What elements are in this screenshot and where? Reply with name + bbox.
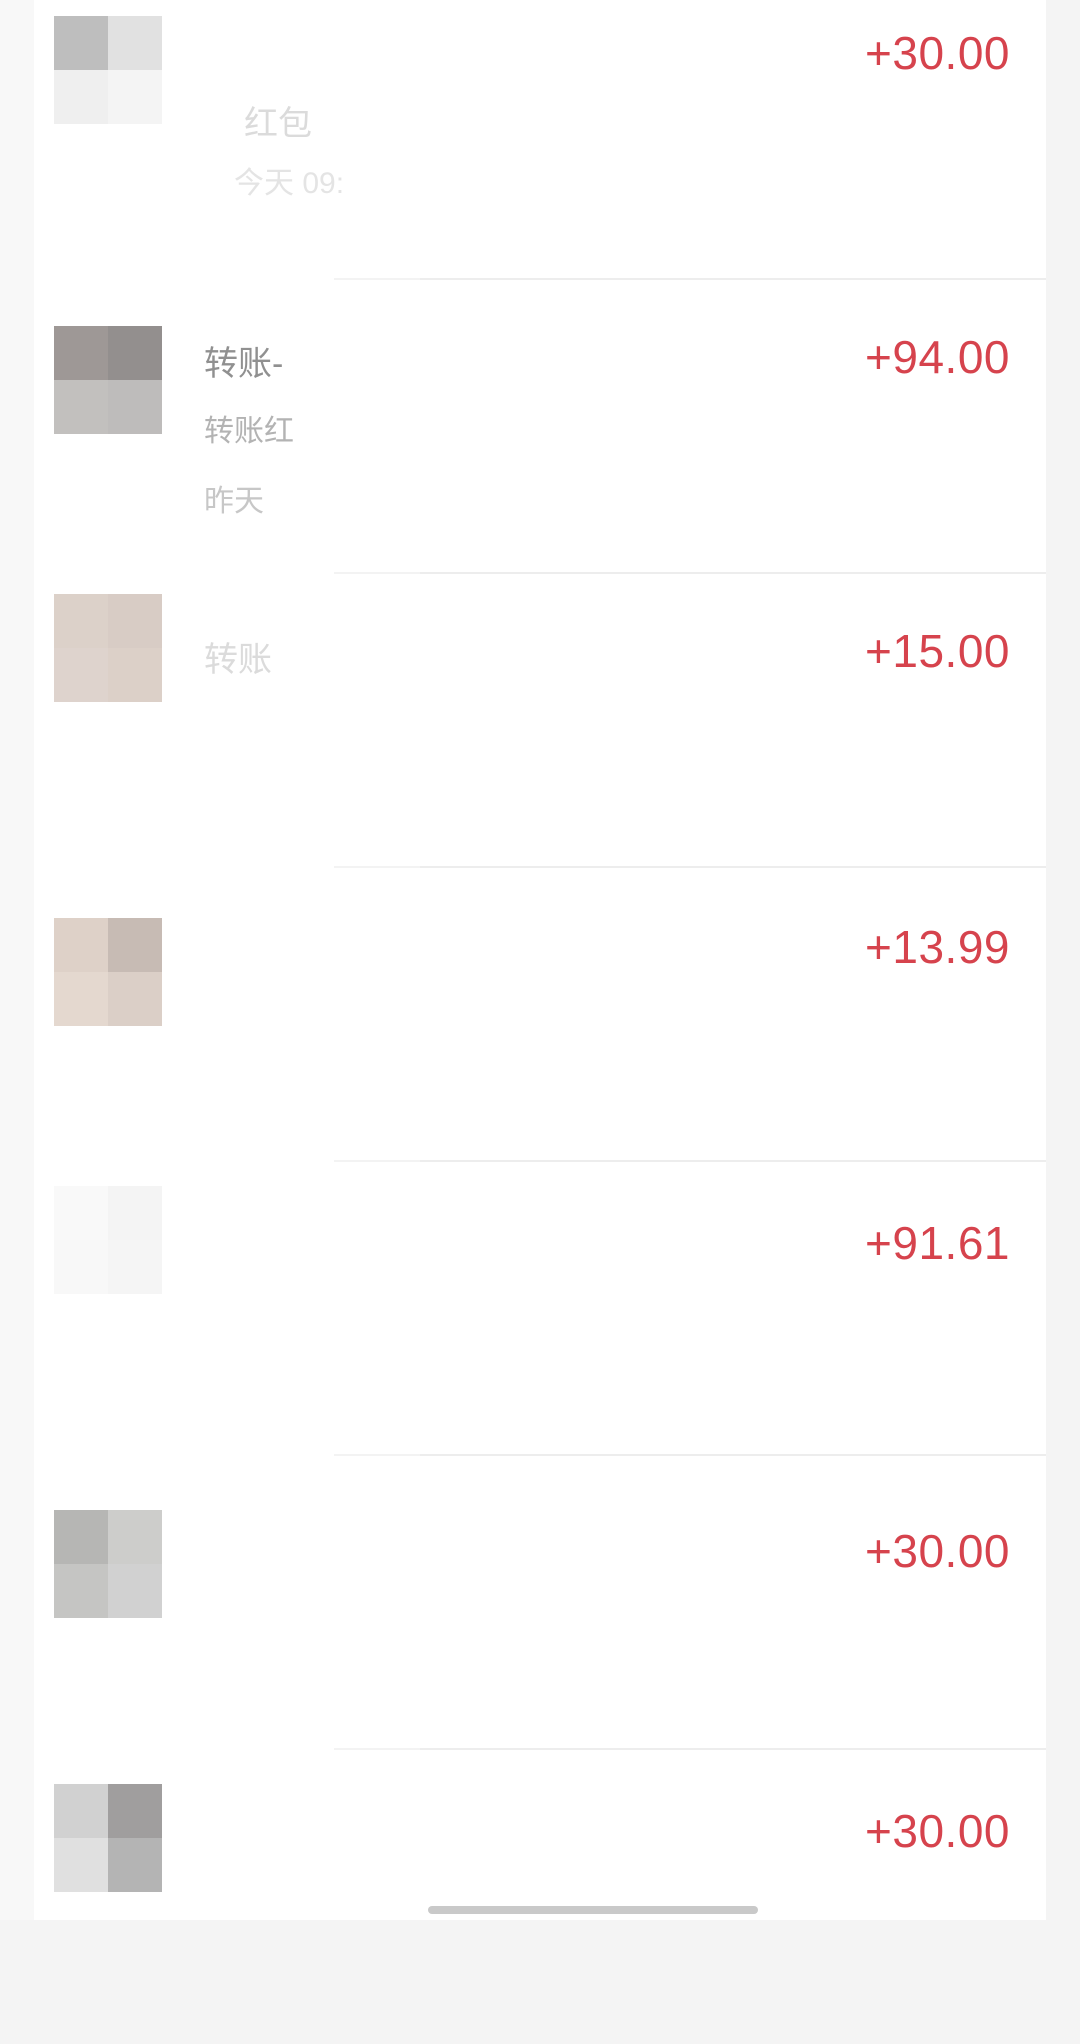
transaction-time: 昨天 (204, 485, 264, 518)
transaction-amount: +91.61 (865, 1217, 1010, 1269)
transaction-amount: +15.00 (865, 625, 1010, 677)
transaction-title: 转账- (204, 345, 284, 383)
transaction-amount: +30.00 (865, 1525, 1010, 1577)
transaction-list: 红包 今天 09: +30.00 转账- 转账红 昨天 +94.00 转账 +1… (34, 0, 1046, 1920)
transaction-time: 今天 09: (234, 167, 345, 200)
transaction-row[interactable]: +13.99 (34, 868, 1046, 1162)
transaction-title: 红包 (244, 105, 312, 143)
transaction-amount: +30.00 (865, 1805, 1010, 1857)
transaction-amount: +94.00 (865, 331, 1010, 383)
transaction-row[interactable]: 转账- 转账红 昨天 +94.00 (34, 280, 1046, 574)
transaction-row[interactable]: +30.00 (34, 1456, 1046, 1750)
avatar (54, 326, 162, 434)
avatar (54, 918, 162, 1026)
transaction-row[interactable]: +30.00 (34, 1750, 1046, 2044)
avatar (54, 1186, 162, 1294)
avatar (54, 16, 162, 124)
transaction-subtitle: 转账红 (204, 415, 294, 448)
transaction-amount: +30.00 (865, 27, 1010, 79)
transaction-row[interactable]: 红包 今天 09: +30.00 (34, 0, 1046, 280)
transaction-amount: +13.99 (865, 921, 1010, 973)
avatar (54, 1510, 162, 1618)
transaction-title: 转账 (204, 641, 272, 679)
avatar (54, 594, 162, 702)
avatar (54, 1784, 162, 1892)
transaction-row[interactable]: 转账 +15.00 (34, 574, 1046, 868)
transaction-row[interactable]: +91.61 (34, 1162, 1046, 1456)
home-indicator[interactable] (428, 1906, 758, 1914)
